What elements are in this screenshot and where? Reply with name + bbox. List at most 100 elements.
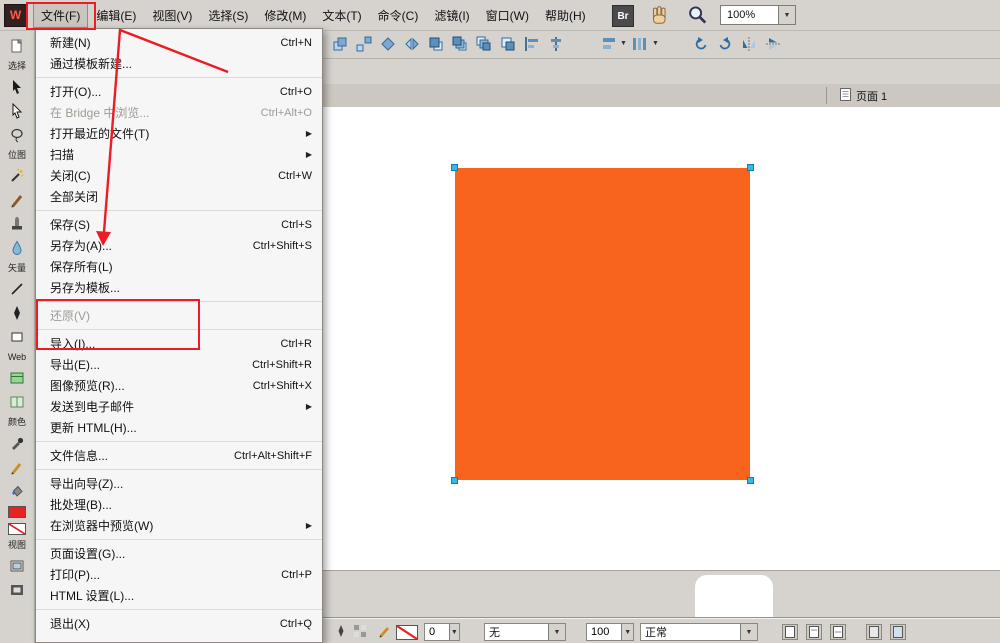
- menu-item-scan[interactable]: 扫描 ▶: [36, 144, 322, 165]
- menu-item-open-recent[interactable]: 打开最近的文件(T) ▶: [36, 123, 322, 144]
- prop-button-1[interactable]: [782, 624, 798, 640]
- menu-item-preview-in-browser[interactable]: 在浏览器中预览(W) ▶: [36, 515, 322, 536]
- menu-view[interactable]: 视图(V): [144, 3, 200, 28]
- bridge-button[interactable]: Br: [612, 5, 634, 27]
- ungroup-icon[interactable]: [353, 33, 374, 54]
- line-tool[interactable]: [4, 277, 30, 301]
- slice-tool[interactable]: [4, 366, 30, 390]
- standard-screen-mode-icon[interactable]: [4, 554, 30, 578]
- menu-window[interactable]: 窗口(W): [478, 3, 537, 28]
- menu-item-import[interactable]: 导入(I)... Ctrl+R: [36, 333, 322, 354]
- bring-forward-icon[interactable]: [449, 33, 470, 54]
- selection-handle-se[interactable]: [747, 477, 754, 484]
- lasso-tool[interactable]: [4, 123, 30, 147]
- prop-button-5[interactable]: [890, 624, 906, 640]
- selection-handle-ne[interactable]: [747, 164, 754, 171]
- chevron-down-icon[interactable]: ▼: [740, 624, 757, 640]
- menu-item-new[interactable]: 新建(N) Ctrl+N: [36, 32, 322, 53]
- opacity-input[interactable]: [587, 624, 622, 640]
- menu-item-batch-process[interactable]: 批处理(B)...: [36, 494, 322, 515]
- menu-item-send-to-email[interactable]: 发送到电子邮件 ▶: [36, 396, 322, 417]
- bring-to-front-icon[interactable]: [425, 33, 446, 54]
- chevron-down-icon[interactable]: ▼: [778, 6, 795, 24]
- menu-item-save-all[interactable]: 保存所有(L): [36, 256, 322, 277]
- brush-tool[interactable]: [4, 188, 30, 212]
- page-tab[interactable]: 页面 1: [832, 84, 895, 107]
- menu-item-save[interactable]: 保存(S) Ctrl+S: [36, 214, 322, 235]
- eyedropper-tool[interactable]: [4, 431, 30, 455]
- opacity-stepper[interactable]: ▼: [586, 623, 634, 641]
- subselection-tool[interactable]: [4, 99, 30, 123]
- send-backward-icon[interactable]: [473, 33, 494, 54]
- zoom-level-combobox[interactable]: 100% ▼: [720, 5, 796, 25]
- menu-item-close[interactable]: 关闭(C) Ctrl+W: [36, 165, 322, 186]
- flip-vertical-icon[interactable]: [763, 33, 784, 54]
- menu-help[interactable]: 帮助(H): [537, 3, 594, 28]
- split-icon[interactable]: [401, 33, 422, 54]
- join-icon[interactable]: [377, 33, 398, 54]
- menu-item-browse-in-bridge[interactable]: 在 Bridge 中浏览... Ctrl+Alt+O: [36, 102, 322, 123]
- chevron-down-icon[interactable]: ▼: [621, 624, 633, 640]
- menu-item-save-as[interactable]: 另存为(A)... Ctrl+Shift+S: [36, 235, 322, 256]
- fill-color-well[interactable]: [8, 520, 26, 537]
- menu-item-open[interactable]: 打开(O)... Ctrl+O: [36, 81, 322, 102]
- prop-button-4[interactable]: [866, 624, 882, 640]
- menu-item-image-preview[interactable]: 图像预览(R)... Ctrl+Shift+X: [36, 375, 322, 396]
- menu-modify[interactable]: 修改(M): [256, 3, 314, 28]
- selected-rectangle-object[interactable]: [451, 164, 754, 484]
- stroke-size-stepper[interactable]: ▼: [424, 623, 460, 641]
- hand-tool-icon[interactable]: [648, 5, 670, 25]
- stroke-category-dropdown[interactable]: 无 ▼: [484, 623, 566, 641]
- menu-text[interactable]: 文本(T): [314, 3, 369, 28]
- full-screen-mode-icon[interactable]: [4, 578, 30, 602]
- prop-button-3[interactable]: [830, 624, 846, 640]
- selection-handle-sw[interactable]: [451, 477, 458, 484]
- zoom-tool-icon[interactable]: [686, 5, 708, 25]
- menu-filters[interactable]: 滤镜(I): [426, 3, 477, 28]
- blur-tool[interactable]: [4, 236, 30, 260]
- rotate-cw-icon[interactable]: [715, 33, 736, 54]
- menu-commands[interactable]: 命令(C): [370, 3, 427, 28]
- prop-button-2[interactable]: [806, 624, 822, 640]
- menu-item-save-as-template[interactable]: 另存为模板...: [36, 277, 322, 298]
- align-edge-icon[interactable]: [521, 33, 542, 54]
- menu-file[interactable]: 文件(F): [33, 2, 89, 28]
- menu-item-page-setup[interactable]: 页面设置(G)...: [36, 543, 322, 564]
- new-document-icon[interactable]: [4, 34, 30, 58]
- rubber-stamp-tool[interactable]: [4, 212, 30, 236]
- selection-handle-nw[interactable]: [451, 164, 458, 171]
- chevron-down-icon[interactable]: ▼: [448, 624, 459, 640]
- menu-item-new-from-template[interactable]: 通过模板新建...: [36, 53, 322, 74]
- menu-select[interactable]: 选择(S): [200, 3, 256, 28]
- pencil-tool[interactable]: [4, 455, 30, 479]
- chevron-down-icon[interactable]: ▼: [548, 624, 565, 640]
- pen-tool[interactable]: [4, 301, 30, 325]
- distribute-dropdown[interactable]: ▼: [630, 33, 659, 54]
- group-icon[interactable]: [329, 33, 350, 54]
- menu-item-export[interactable]: 导出(E)... Ctrl+Shift+R: [36, 354, 322, 375]
- align-center-icon[interactable]: [545, 33, 566, 54]
- menu-item-html-setup[interactable]: HTML 设置(L)...: [36, 585, 322, 606]
- flip-horizontal-icon[interactable]: [739, 33, 760, 54]
- menu-edit[interactable]: 编辑(E): [88, 3, 144, 28]
- send-to-back-icon[interactable]: [497, 33, 518, 54]
- menu-item-update-html[interactable]: 更新 HTML(H)...: [36, 417, 322, 438]
- menu-item-exit[interactable]: 退出(X) Ctrl+Q: [36, 613, 322, 634]
- magic-wand-tool[interactable]: [4, 164, 30, 188]
- hide-slices-tool[interactable]: [4, 390, 30, 414]
- menu-item-close-all[interactable]: 全部关闭: [36, 186, 322, 207]
- menu-item-revert[interactable]: 还原(V): [36, 305, 322, 326]
- pointer-tool[interactable]: [4, 75, 30, 99]
- menu-item-export-wizard[interactable]: 导出向导(Z)...: [36, 473, 322, 494]
- rectangle-tool[interactable]: [4, 325, 30, 349]
- prop-pen-icon: [333, 623, 349, 639]
- rotate-ccw-icon[interactable]: [691, 33, 712, 54]
- menu-item-file-info[interactable]: 文件信息... Ctrl+Alt+Shift+F: [36, 445, 322, 466]
- blend-mode-dropdown[interactable]: 正常 ▼: [640, 623, 758, 641]
- align-dropdown[interactable]: ▼: [598, 33, 627, 54]
- stroke-color-well[interactable]: [396, 625, 418, 640]
- stroke-size-input[interactable]: [425, 624, 449, 640]
- stroke-color-well[interactable]: [8, 503, 26, 520]
- paint-bucket-tool[interactable]: [4, 479, 30, 503]
- menu-item-print[interactable]: 打印(P)... Ctrl+P: [36, 564, 322, 585]
